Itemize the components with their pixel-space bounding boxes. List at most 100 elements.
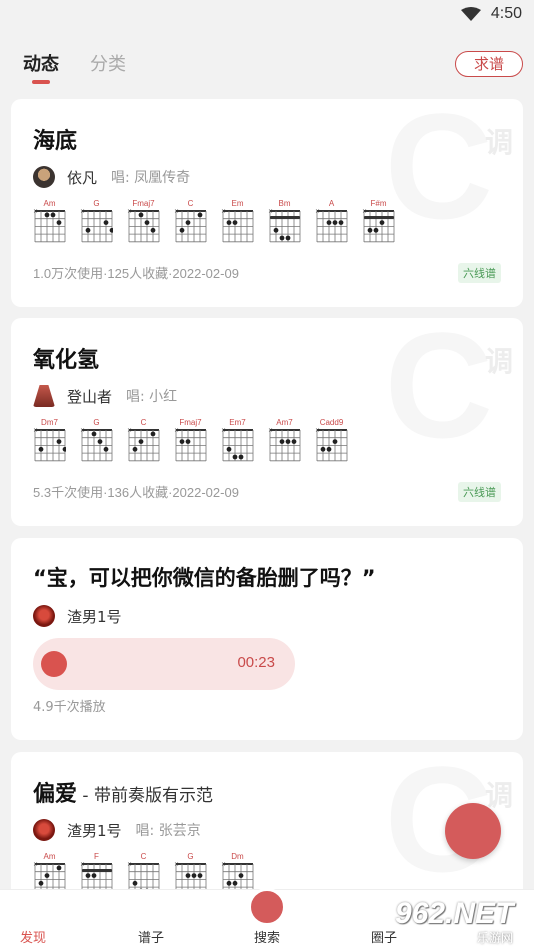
- chord-diagram[interactable]: Fmaj7 ×: [174, 418, 207, 462]
- top-tabs: 动态 分类 求谱: [0, 40, 534, 90]
- site-watermark-logo: 962.NET 乐游网: [395, 897, 530, 945]
- svg-text:×: ×: [33, 209, 38, 215]
- singer-label: 唱: 小红: [126, 389, 178, 405]
- author-name[interactable]: 登山者: [67, 386, 112, 407]
- tab-category[interactable]: 分类: [90, 50, 126, 76]
- svg-text:×: ×: [33, 862, 38, 868]
- avatar[interactable]: [33, 605, 55, 627]
- tab-dynamic[interactable]: 动态: [23, 50, 59, 84]
- usage-meta: 1.0万次使用·125人收藏·2022-02-09: [33, 266, 239, 281]
- svg-text:×: ×: [221, 862, 226, 868]
- tab-type-badge: 六线谱: [458, 263, 501, 283]
- wifi-icon: [460, 7, 481, 21]
- logo-sub-text: 乐游网: [477, 931, 514, 945]
- chord-grid-icon: ×: [315, 428, 348, 462]
- chord-grid-icon: ×: [268, 209, 301, 243]
- usage-meta: 5.3千次使用·136人收藏·2022-02-09: [33, 485, 239, 500]
- svg-text:×: ×: [127, 862, 132, 868]
- request-score-button[interactable]: 求谱: [455, 51, 523, 77]
- svg-text:×: ×: [80, 428, 85, 434]
- chord-name: G: [93, 418, 100, 427]
- key-watermark: C: [384, 99, 493, 250]
- chord-grid-icon: ×: [362, 209, 395, 243]
- svg-text:×: ×: [221, 428, 226, 434]
- avatar[interactable]: [33, 819, 55, 841]
- author-name[interactable]: 渣男1号: [67, 820, 122, 841]
- nav-circle[interactable]: 圈子: [371, 927, 397, 946]
- svg-text:×: ×: [221, 209, 226, 215]
- chord-grid-icon: ×: [33, 209, 66, 243]
- nav-scores[interactable]: 谱子: [138, 927, 164, 946]
- song-card[interactable]: C 调 氧化氢 登山者 唱: 小红 Dm7 × G × C × Fmaj7 × Em7 × Am7 ×…: [11, 318, 523, 526]
- tab-dynamic-label: 动态: [23, 54, 59, 75]
- chord-name: C: [187, 199, 194, 208]
- chord-grid-icon: ×: [33, 428, 66, 462]
- status-time: 4:50: [490, 5, 522, 22]
- song-title-main: 偏爱: [33, 782, 78, 807]
- chord-list: Am × G × Fmaj7 × C × Em × Bm × A × F#m ×: [33, 199, 395, 243]
- chord-name: Am7: [276, 418, 293, 427]
- play-count: 4.9千次播放: [33, 700, 106, 715]
- chord-diagram[interactable]: Bm ×: [268, 199, 301, 243]
- key-watermark: C: [384, 318, 493, 469]
- search-nav-button[interactable]: [248, 888, 286, 926]
- create-fab-button[interactable]: [445, 803, 501, 859]
- svg-text:×: ×: [315, 428, 320, 434]
- audio-player[interactable]: 00:23: [33, 638, 295, 690]
- chord-grid-icon: ×: [174, 209, 207, 243]
- song-card[interactable]: C 调 海底 依凡 唱: 凤凰传奇 Am × G × Fmaj7 × C × Em × Bm × A × F…: [11, 99, 523, 307]
- chord-diagram[interactable]: C ×: [127, 418, 160, 462]
- chord-diagram[interactable]: G ×: [80, 199, 113, 243]
- chord-name: Cadd9: [319, 418, 344, 427]
- audio-card[interactable]: “宝，可以把你微信的备胎删了吗？” 渣男1号 00:23 4.9千次播放: [11, 538, 523, 740]
- chord-name: Am: [43, 199, 56, 208]
- chord-diagram[interactable]: Am7 ×: [268, 418, 301, 462]
- chord-name: Am: [43, 852, 56, 861]
- avatar[interactable]: [33, 166, 55, 188]
- post-title: “宝，可以把你微信的备胎删了吗？”: [33, 566, 376, 590]
- svg-text:×: ×: [315, 209, 320, 215]
- chord-diagram[interactable]: Fmaj7 ×: [127, 199, 160, 243]
- svg-text:×: ×: [268, 428, 273, 434]
- nav-search[interactable]: 搜索: [254, 927, 280, 946]
- chord-diagram[interactable]: F#m ×: [362, 199, 395, 243]
- chord-name: Bm: [278, 199, 291, 208]
- chord-name: Em: [231, 199, 244, 208]
- song-title: 海底: [33, 129, 78, 154]
- nav-discover[interactable]: 发现: [20, 927, 46, 946]
- chord-diagram[interactable]: Cadd9 ×: [315, 418, 348, 462]
- chord-grid-icon: ×: [80, 209, 113, 243]
- svg-text:×: ×: [33, 428, 38, 434]
- chord-name: Fmaj7: [132, 199, 155, 208]
- svg-text:×: ×: [174, 862, 179, 868]
- chord-name: C: [140, 852, 147, 861]
- chord-name: Dm7: [41, 418, 58, 427]
- svg-text:×: ×: [174, 428, 179, 434]
- svg-text:×: ×: [80, 209, 85, 215]
- svg-text:×: ×: [127, 209, 132, 215]
- chord-diagram[interactable]: Am ×: [33, 199, 66, 243]
- chord-diagram[interactable]: C ×: [174, 199, 207, 243]
- svg-text:×: ×: [268, 209, 273, 215]
- chord-grid-icon: ×: [315, 209, 348, 243]
- chord-diagram[interactable]: Dm7 ×: [33, 418, 66, 462]
- chord-diagram[interactable]: G ×: [80, 418, 113, 462]
- chord-name: F: [94, 852, 99, 861]
- svg-text:×: ×: [80, 862, 85, 868]
- chord-grid-icon: ×: [268, 428, 301, 462]
- avatar[interactable]: [33, 385, 55, 407]
- song-title-extra: - 带前奏版有示范: [77, 786, 213, 806]
- chord-grid-icon: ×: [80, 428, 113, 462]
- chord-diagram[interactable]: Em7 ×: [221, 418, 254, 462]
- chord-name: A: [328, 199, 335, 208]
- chord-name: Dm: [231, 852, 244, 861]
- singer-label: 唱: 张芸京: [135, 823, 201, 839]
- chord-name: Em7: [229, 418, 246, 427]
- author-name[interactable]: 依凡: [67, 167, 97, 188]
- chord-diagram[interactable]: Em ×: [221, 199, 254, 243]
- chord-name: G: [187, 852, 194, 861]
- play-button[interactable]: [41, 651, 67, 677]
- author-name[interactable]: 渣男1号: [67, 606, 122, 627]
- song-title: 偏爱 - 带前奏版有示范: [33, 776, 213, 808]
- chord-diagram[interactable]: A ×: [315, 199, 348, 243]
